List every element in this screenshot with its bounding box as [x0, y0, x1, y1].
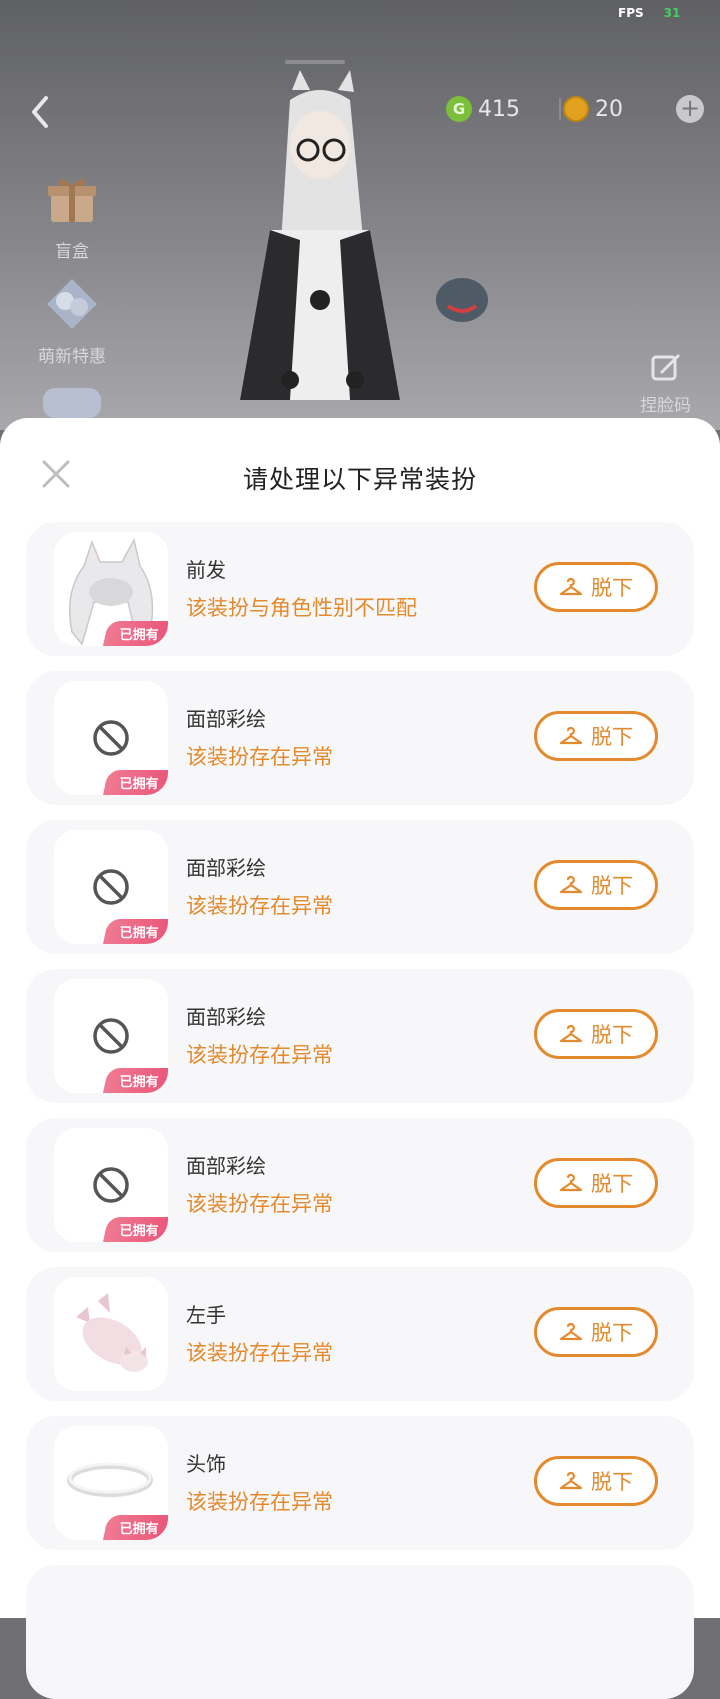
gift-pack-icon: [47, 279, 97, 329]
take-off-button[interactable]: 脱下: [534, 860, 658, 910]
add-currency-button[interactable]: +: [676, 95, 704, 123]
outfit-warning: 该装扮存在异常: [186, 1490, 333, 1514]
side-item-partial-icon: [43, 388, 101, 418]
pinch-face-label: 捏脸码: [640, 396, 691, 416]
forbidden-icon: [93, 1018, 129, 1054]
side-item-blind-box[interactable]: 盲盒: [34, 170, 110, 262]
outfit-thumbnail: 已拥有: [54, 681, 168, 795]
outfit-thumbnail: 已拥有: [54, 532, 168, 646]
side-item-label: 萌新特惠: [38, 347, 106, 367]
outfit-item-card: 已拥有 前发 该装扮与角色性别不匹配 脱下: [26, 522, 694, 656]
edit-icon: [651, 354, 679, 381]
take-off-button[interactable]: 脱下: [534, 711, 658, 761]
fps-value: 31: [663, 6, 681, 20]
gold-coin-icon: [563, 96, 589, 122]
fps-label: FPS: [618, 6, 644, 20]
take-off-button[interactable]: 脱下: [534, 1307, 658, 1357]
outfit-thumbnail: 已拥有: [54, 1426, 168, 1540]
fps-counter: FPS 31: [618, 6, 680, 20]
outfit-name: 左手: [186, 1303, 226, 1327]
hanger-icon: [559, 726, 583, 745]
outfit-warning: 该装扮存在异常: [186, 1341, 333, 1365]
outfit-item-card-partial: [26, 1565, 694, 1699]
owned-badge: 已拥有: [102, 1515, 168, 1540]
back-arrow-icon[interactable]: [26, 92, 56, 132]
outfit-thumbnail: [54, 1277, 168, 1391]
hanger-icon: [559, 1024, 583, 1043]
outfit-name: 面部彩绘: [186, 707, 266, 731]
gift-box-icon: [48, 179, 96, 222]
outfit-name: 面部彩绘: [186, 1154, 266, 1178]
hanger-icon: [559, 1173, 583, 1192]
owned-badge: 已拥有: [102, 1217, 168, 1242]
outfit-warning: 该装扮存在异常: [186, 1043, 333, 1067]
pinch-face-code-button[interactable]: 捏脸码: [640, 352, 691, 416]
outfit-name: 前发: [186, 558, 226, 582]
outfit-item-card: 已拥有 面部彩绘 该装扮存在异常 脱下: [26, 1118, 694, 1252]
owned-badge: 已拥有: [102, 621, 168, 646]
outfit-item-card: 已拥有 头饰 该装扮存在异常 脱下: [26, 1416, 694, 1550]
owned-badge: 已拥有: [102, 919, 168, 944]
cat-plush-icon: [76, 1293, 148, 1372]
outfit-item-card: 已拥有 面部彩绘 该装扮存在异常 脱下: [26, 969, 694, 1103]
take-off-button[interactable]: 脱下: [534, 1009, 658, 1059]
outfit-warning: 该装扮与角色性别不匹配: [186, 596, 417, 620]
forbidden-icon: [93, 1167, 129, 1203]
take-off-button[interactable]: 脱下: [534, 562, 658, 612]
outfit-name: 面部彩绘: [186, 1005, 266, 1029]
gold-currency: 20: [563, 92, 623, 126]
dialog-title: 请处理以下异常装扮: [242, 465, 477, 494]
take-off-button[interactable]: 脱下: [534, 1456, 658, 1506]
outfit-item-card: 左手 该装扮存在异常 脱下: [26, 1267, 694, 1401]
hanger-icon: [559, 875, 583, 894]
outfit-warning: 该装扮存在异常: [186, 745, 333, 769]
hanger-icon: [559, 577, 583, 596]
outfit-name: 头饰: [186, 1452, 226, 1476]
gold-currency-amount: 20: [595, 96, 623, 122]
owned-badge: 已拥有: [102, 1068, 168, 1093]
outfit-thumbnail: 已拥有: [54, 979, 168, 1093]
side-item-label: 盲盒: [55, 242, 89, 262]
currency-divider: [559, 98, 561, 120]
forbidden-icon: [93, 869, 129, 905]
outfit-thumbnail: 已拥有: [54, 830, 168, 944]
take-off-button[interactable]: 脱下: [534, 1158, 658, 1208]
hanger-icon: [559, 1471, 583, 1490]
outfit-warning: 该装扮存在异常: [186, 1192, 333, 1216]
outfit-item-card: 已拥有 面部彩绘 该装扮存在异常 脱下: [26, 671, 694, 805]
forbidden-icon: [93, 720, 129, 756]
outfit-thumbnail: 已拥有: [54, 1128, 168, 1242]
owned-badge: 已拥有: [102, 770, 168, 795]
side-item-partial: [34, 388, 110, 418]
outfit-name: 面部彩绘: [186, 856, 266, 880]
outfit-warning: 该装扮存在异常: [186, 894, 333, 918]
side-item-newbie-offer[interactable]: 萌新特惠: [34, 275, 110, 367]
outfit-item-card: 已拥有 面部彩绘 该装扮存在异常 脱下: [26, 820, 694, 954]
avatar-character: [240, 60, 488, 400]
hanger-icon: [559, 1322, 583, 1341]
